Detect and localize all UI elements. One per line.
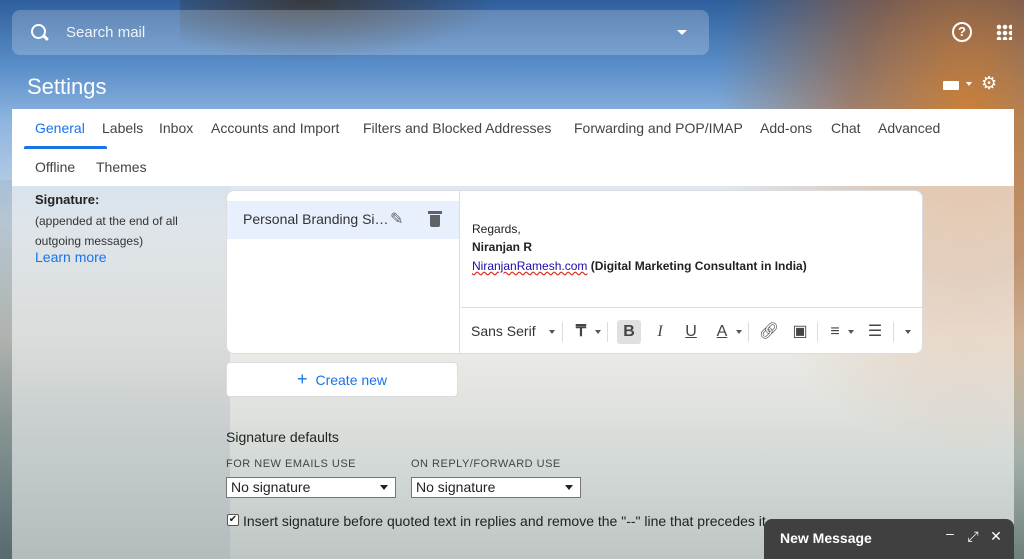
insert-before-checkbox[interactable]: ✔ <box>227 514 239 526</box>
reply-forward-value: No signature <box>416 479 496 495</box>
apps-grid-icon[interactable] <box>996 24 1012 40</box>
more-formatting-icon[interactable] <box>905 330 911 334</box>
plus-icon: + <box>296 369 308 389</box>
signature-tagline: (Digital Marketing Consultant in India) <box>587 259 807 273</box>
link-icon[interactable]: 🔗︎ <box>757 320 781 344</box>
signature-item-name[interactable]: Personal Branding Signature <box>243 211 389 227</box>
expand-icon[interactable]: ⤢ <box>966 528 980 545</box>
underline-button[interactable]: U <box>679 320 703 344</box>
reply-forward-label: ON REPLY/FORWARD USE <box>411 458 561 470</box>
font-dropdown-icon[interactable] <box>549 330 555 334</box>
search-icon[interactable] <box>30 23 50 43</box>
signature-website-link[interactable]: NiranjanRamesh.com <box>472 259 587 273</box>
settings-tabs: General Labels Inbox Accounts and Import… <box>12 109 1014 186</box>
formatting-toolbar: Sans Serif ₸ B I U A 🔗︎ ▣ ≡ ☰ <box>461 307 922 353</box>
pencil-icon[interactable]: ✎ <box>390 211 408 229</box>
search-options-icon[interactable] <box>677 30 687 35</box>
signature-defaults-title: Signature defaults <box>226 429 339 445</box>
text-color-button[interactable]: A <box>710 320 734 344</box>
learn-more-link[interactable]: Learn more <box>35 249 107 265</box>
tab-forwarding[interactable]: Forwarding and POP/IMAP <box>574 120 743 136</box>
insert-before-label: Insert signature before quoted text in r… <box>243 513 770 529</box>
help-icon[interactable]: ? <box>952 22 972 42</box>
signature-body-editor[interactable]: Regards, Niranjan R NiranjanRamesh.com (… <box>461 191 922 307</box>
align-dropdown-icon[interactable] <box>848 330 854 334</box>
text-size-icon[interactable]: ₸ <box>569 320 593 344</box>
tab-addons[interactable]: Add-ons <box>760 120 812 136</box>
signature-note: (appended at the end of all outgoing mes… <box>35 214 178 248</box>
tab-offline[interactable]: Offline <box>35 159 75 175</box>
new-emails-label: FOR NEW EMAILS USE <box>226 458 357 470</box>
signature-list-item[interactable]: Personal Branding Signature ✎ <box>227 201 459 239</box>
toolbar-divider <box>607 322 608 342</box>
tab-accounts-import[interactable]: Accounts and Import <box>211 120 339 136</box>
tab-labels[interactable]: Labels <box>102 120 143 136</box>
tab-general[interactable]: General <box>35 120 85 136</box>
toolbar-divider <box>893 322 894 342</box>
close-icon[interactable]: ✕ <box>989 528 1003 545</box>
chevron-down-icon <box>380 485 388 490</box>
bold-button[interactable]: B <box>617 320 641 344</box>
gear-icon[interactable]: ⚙ <box>981 74 998 92</box>
reply-forward-select[interactable]: No signature <box>411 477 581 498</box>
new-message-bar[interactable]: New Message – ⤢ ✕ <box>764 519 1014 559</box>
signature-list: Personal Branding Signature ✎ <box>227 191 460 353</box>
new-emails-select[interactable]: No signature <box>226 477 396 498</box>
image-icon[interactable]: ▣ <box>788 320 812 344</box>
align-icon[interactable]: ≡ <box>823 320 847 344</box>
italic-button[interactable]: I <box>648 320 672 344</box>
signature-line-name: Niranjan R <box>472 240 533 254</box>
toolbar-divider <box>748 322 749 342</box>
tab-themes[interactable]: Themes <box>96 159 147 175</box>
signature-label: Signature: <box>35 192 100 207</box>
numbered-list-icon[interactable]: ☰ <box>863 320 887 344</box>
font-family-select[interactable]: Sans Serif <box>471 323 536 339</box>
page-title: Settings <box>27 74 107 99</box>
toolbar-divider <box>562 322 563 342</box>
text-size-dropdown-icon[interactable] <box>595 330 601 334</box>
minimize-icon[interactable]: – <box>943 525 957 541</box>
tab-advanced[interactable]: Advanced <box>878 120 940 136</box>
signature-line-website: NiranjanRamesh.com (Digital Marketing Co… <box>472 259 807 273</box>
new-emails-value: No signature <box>231 479 311 495</box>
tab-inbox[interactable]: Inbox <box>159 120 193 136</box>
create-new-button[interactable]: + Create new <box>226 362 458 397</box>
search-bar[interactable]: Search mail <box>12 10 709 55</box>
chevron-down-icon <box>565 485 573 490</box>
text-color-dropdown-icon[interactable] <box>736 330 742 334</box>
tab-filters[interactable]: Filters and Blocked Addresses <box>363 120 551 136</box>
create-new-label: Create new <box>315 372 388 388</box>
keyboard-dropdown-icon[interactable] <box>966 82 972 86</box>
keyboard-icon[interactable] <box>943 81 959 90</box>
search-input[interactable]: Search mail <box>66 24 145 41</box>
tab-chat[interactable]: Chat <box>831 120 861 136</box>
active-tab-indicator <box>24 146 107 149</box>
new-message-title[interactable]: New Message <box>780 530 872 546</box>
toolbar-divider <box>817 322 818 342</box>
signature-line-regards: Regards, <box>472 222 521 236</box>
trash-icon[interactable] <box>428 211 442 227</box>
signature-editor-box: Personal Branding Signature ✎ Regards, N… <box>226 190 923 354</box>
